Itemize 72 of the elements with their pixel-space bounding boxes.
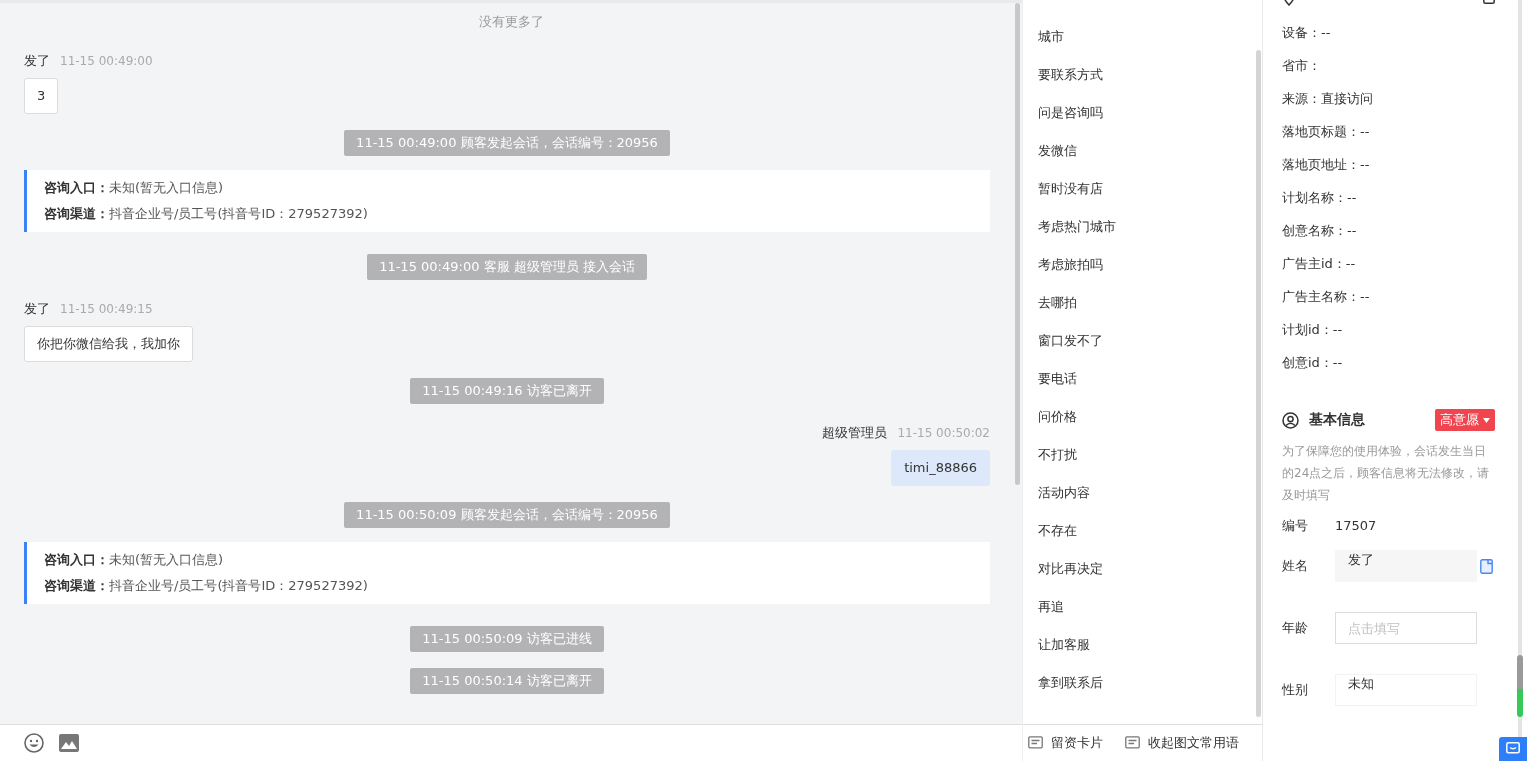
section-title: 基本信息 [1309, 411, 1365, 429]
source-info-line: 广告主id：-- [1282, 255, 1356, 273]
source-info-line: 广告主名称：-- [1282, 288, 1370, 306]
message-bubble: timi_88866 [891, 450, 990, 486]
field-label: 姓名 [1282, 557, 1309, 575]
entry-info-line: 咨询入口：未知(暂无入口信息) [44, 551, 225, 569]
quick-phrase-item[interactable]: 再追 [1023, 588, 1262, 626]
name-field[interactable]: 发了 [1335, 550, 1477, 582]
quick-phrase-item[interactable]: 考虑热门城市 [1023, 208, 1262, 246]
quick-phrase-item[interactable]: 要电话 [1023, 360, 1262, 398]
quick-phrase-item[interactable]: 问价格 [1023, 398, 1262, 436]
quick-phrase-item[interactable]: 要联系方式 [1023, 56, 1262, 94]
quick-phrase-item[interactable]: 拿到联系后 [1023, 664, 1262, 702]
quick-phrase-item[interactable]: 活动内容 [1023, 474, 1262, 512]
source-info-line: 来源：直接访问 [1282, 90, 1373, 108]
toolbar-link[interactable]: 留资卡片 [1051, 734, 1103, 752]
input-field[interactable]: 点击填写 [1335, 612, 1477, 644]
gender-select[interactable]: 未知 [1335, 674, 1477, 706]
message-time: 11-15 00:49:15 [60, 301, 153, 318]
notice-text: 为了保障您的使用体验，会话发生当日的24点之后，顾客信息将无法修改，请及时填写 [1282, 443, 1491, 504]
quick-phrase-item[interactable]: 去哪拍 [1023, 284, 1262, 322]
emoji-icon[interactable] [23, 732, 45, 754]
system-message: 11-15 00:49:00 顾客发起会话，会话编号：20956 [344, 130, 670, 156]
quick-phrase-item[interactable]: 发微信 [1023, 132, 1262, 170]
message-bubble: 你把你微信给我，我加你 [24, 326, 193, 362]
field-label: 编号 [1282, 517, 1309, 535]
source-info-line: 设备：-- [1282, 24, 1331, 42]
source-info-line: 计划名称：-- [1282, 189, 1357, 207]
copy-icon[interactable] [1480, 558, 1493, 574]
sender-name: 超级管理员 [822, 424, 888, 442]
quick-phrase-item[interactable]: 考虑旅拍吗 [1023, 246, 1262, 284]
no-more-text: 没有更多了 [477, 13, 545, 31]
message-time: 11-15 00:49:00 [60, 53, 153, 70]
message-bubble: 3 [24, 78, 59, 114]
sender-name: 发了 [24, 52, 50, 70]
scrollbar-thumb [1517, 655, 1523, 717]
source-info-line: 省市： [1282, 57, 1321, 75]
sender-name: 发了 [24, 300, 50, 318]
entry-info-line: 咨询渠道：抖音企业号/员工号(抖音号ID：279527392) [44, 205, 369, 223]
quick-phrase-item[interactable]: 城市 [1023, 18, 1262, 56]
quick-phrase-item[interactable]: 让加客服 [1023, 626, 1262, 664]
field-label: 年龄 [1282, 619, 1309, 637]
message-time: 11-15 00:50:02 [897, 425, 990, 442]
system-message: 11-15 00:50:14 访客已离开 [410, 668, 604, 694]
source-info-line: 计划id：-- [1282, 321, 1343, 339]
user-circle-icon [1282, 411, 1299, 429]
quick-phrase-item[interactable]: 不打扰 [1023, 436, 1262, 474]
entry-info-line: 咨询入口：未知(暂无入口信息) [44, 179, 225, 197]
quick-phrase-item[interactable]: 暂时没有店 [1023, 170, 1262, 208]
quick-phrase-item[interactable]: 窗口发不了 [1023, 322, 1262, 360]
quick-phrase-item[interactable]: 不存在 [1023, 512, 1262, 550]
message-icon [1125, 736, 1140, 750]
quick-phrase-item[interactable]: 问是咨询吗 [1023, 94, 1262, 132]
caret-icon [1483, 417, 1490, 423]
source-info-line: 创意名称：-- [1282, 222, 1357, 240]
field-label: 性别 [1282, 681, 1309, 699]
intent-dropdown[interactable]: 高意愿 [1435, 409, 1495, 431]
toolbar-link[interactable]: 收起图文常用语 [1148, 734, 1239, 752]
source-info-line: 创意id：-- [1282, 354, 1343, 372]
image-icon[interactable] [59, 734, 79, 752]
chat-icon [1506, 742, 1520, 755]
system-message: 11-15 00:50:09 访客已进线 [410, 626, 604, 652]
source-info-line: 落地页地址：-- [1282, 156, 1370, 174]
system-message: 11-15 00:49:00 客服 超级管理员 接入会话 [367, 254, 647, 280]
entry-info-line: 咨询渠道：抖音企业号/员工号(抖音号ID：279527392) [44, 577, 369, 595]
chat-float-button[interactable] [1499, 737, 1527, 761]
system-message: 11-15 00:50:09 顾客发起会话，会话编号：20956 [344, 502, 670, 528]
quick-phrase-item[interactable]: 对比再决定 [1023, 550, 1262, 588]
system-message: 11-15 00:49:16 访客已离开 [410, 378, 604, 404]
source-info-line: 落地页标题：-- [1282, 123, 1370, 141]
message-icon [1028, 736, 1043, 750]
field-value: 17507 [1335, 517, 1378, 535]
